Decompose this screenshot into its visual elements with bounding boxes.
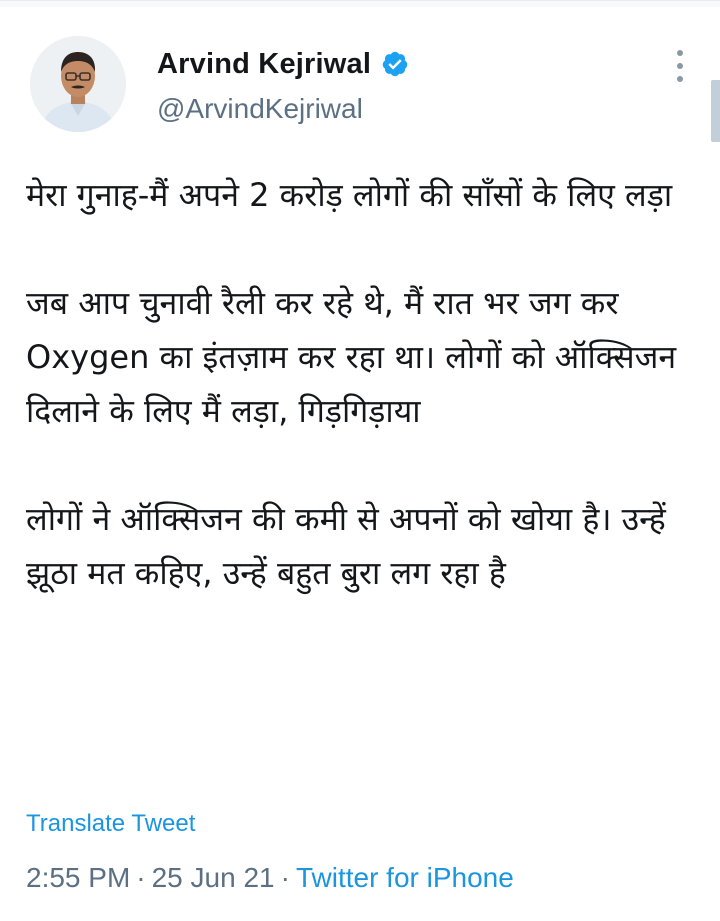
more-dot (677, 76, 683, 82)
tweet-header: Arvind Kejriwal @ArvindKejriwal (0, 0, 720, 140)
tweet-source-link[interactable]: Twitter for iPhone (296, 862, 514, 893)
tweet-text: मेरा गुनाह-मैं अपने 2 करोड़ लोगों की साँ… (26, 168, 706, 600)
display-name-row: Arvind Kejriwal (157, 44, 409, 84)
tweet-meta: 2:55 PM · 25 Jun 21 · Twitter for iPhone (26, 862, 514, 894)
meta-separator: · (280, 862, 290, 893)
tweet-paragraph: लोगों ने ऑक्सिजन की कमी से अपनों को खोया… (26, 500, 666, 592)
tweet-date: 25 Jun 21 (151, 862, 275, 893)
tweet-paragraph: जब आप चुनावी रैली कर रहे थे, मैं रात भर … (26, 284, 677, 430)
author-display-name[interactable]: Arvind Kejriwal (157, 48, 371, 81)
verified-badge-icon (381, 50, 409, 78)
more-dot (677, 50, 683, 56)
tweet-time: 2:55 PM (26, 862, 131, 893)
tweet-paragraph: मेरा गुनाह-मैं अपने 2 करोड़ लोगों की साँ… (26, 176, 673, 214)
scrollbar[interactable] (711, 80, 720, 142)
more-dot (677, 63, 683, 69)
author-handle[interactable]: @ArvindKejriwal (157, 93, 363, 125)
more-options-icon[interactable] (668, 50, 692, 82)
translate-tweet-link[interactable]: Translate Tweet (26, 810, 195, 838)
author-avatar[interactable] (30, 36, 126, 132)
profile-photo-icon (30, 36, 126, 132)
meta-separator: · (136, 862, 146, 893)
